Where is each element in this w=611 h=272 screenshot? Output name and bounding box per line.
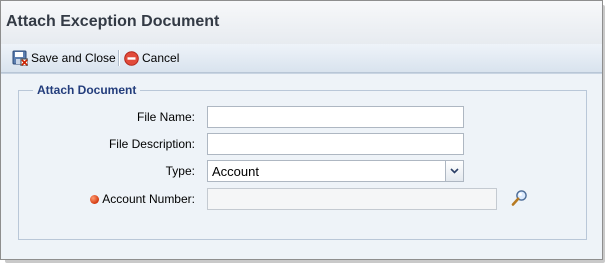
file-description-input[interactable] <box>207 133 464 155</box>
toolbar-separator <box>118 50 120 66</box>
file-description-row: File Description: <box>19 133 586 155</box>
section-title: Attach Document <box>33 83 141 97</box>
account-number-input[interactable] <box>207 188 497 210</box>
file-description-label: File Description: <box>108 137 195 151</box>
type-row: Type: Account <box>19 160 586 182</box>
search-icon[interactable] <box>511 189 529 210</box>
cancel-label: Cancel <box>142 51 180 65</box>
type-select[interactable]: Account <box>207 160 464 182</box>
cancel-button[interactable]: Cancel <box>124 49 179 67</box>
dialog-window: Attach Exception Document Save and Close <box>0 0 603 260</box>
cancel-icon <box>124 50 139 66</box>
save-and-close-label: Save and Close <box>31 51 116 65</box>
account-number-row: Account Number: <box>19 188 586 210</box>
title-bar: Attach Exception Document <box>1 1 602 45</box>
toolbar: Save and Close Cancel <box>1 44 602 73</box>
file-name-input[interactable] <box>207 106 464 128</box>
account-number-label: Account Number: <box>102 192 195 206</box>
form-content: Attach Document File Name: File Descript… <box>1 73 602 259</box>
chevron-down-icon[interactable] <box>445 161 463 181</box>
file-name-row: File Name: <box>19 106 586 128</box>
attach-document-section: Attach Document File Name: File Descript… <box>18 83 587 240</box>
save-disk-icon <box>12 50 29 67</box>
required-indicator-icon <box>90 194 100 204</box>
save-and-close-button[interactable]: Save and Close <box>12 49 116 67</box>
account-number-label-wrap: Account Number: <box>90 192 195 206</box>
type-label: Type: <box>165 164 195 178</box>
file-name-label: File Name: <box>136 110 195 124</box>
dialog-title: Attach Exception Document <box>6 13 220 30</box>
type-selected-value: Account <box>212 164 259 179</box>
